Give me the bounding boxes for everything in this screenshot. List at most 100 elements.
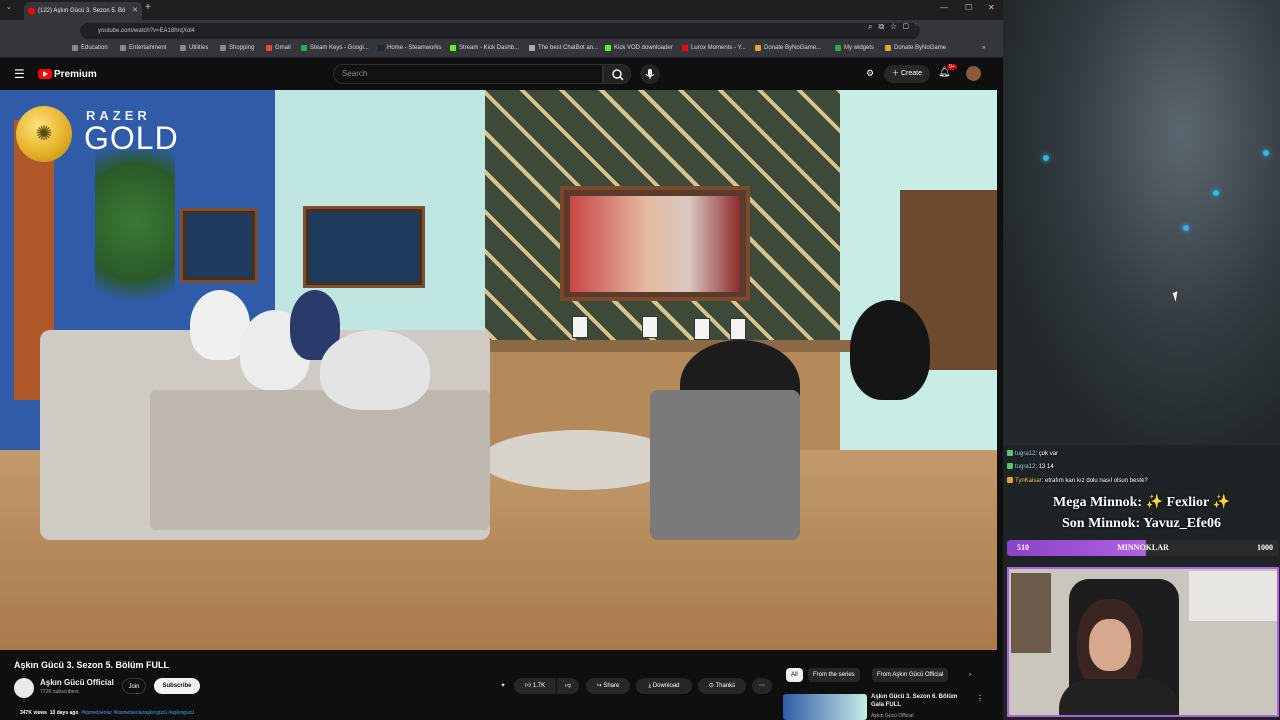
address-actions-icon[interactable]: ⌕⧉☆▢⋮ [868, 22, 923, 32]
recommended-title[interactable]: Aşkın Gücü 3. Sezon 6. Bölüm Gala FULL [871, 693, 971, 709]
dragon-background [1003, 0, 1280, 445]
bookmark-education[interactable]: Education [72, 45, 108, 51]
scene-counter [460, 340, 860, 352]
subscribe-button[interactable]: Subscribe [154, 678, 200, 694]
scene-plant [95, 150, 175, 330]
tab-active[interactable]: (122) Aşkın Gücü 3. Sezon 5. Bö ✕ [24, 2, 142, 20]
glow-spark [1043, 155, 1049, 161]
scene-person [320, 330, 430, 410]
youtube-favicon-icon [28, 8, 35, 14]
browser-window: ⌄ (122) Aşkın Gücü 3. Sezon 5. Bö ✕ + — … [0, 0, 1003, 720]
bookmark-shopping[interactable]: Shopping [220, 45, 254, 51]
mega-minnok: Mega Minnok: ✨ Fexlior ✨ [1053, 495, 1230, 510]
mic-icon [645, 69, 655, 79]
chips-next-icon[interactable]: › [964, 668, 976, 682]
bookmark-donate-2[interactable]: Donate ByNoGame [885, 45, 946, 51]
folder-icon [220, 45, 226, 51]
download-button[interactable]: ⤓ Download [636, 678, 692, 694]
glow-spark [1213, 190, 1219, 196]
bookmark-kick-vod[interactable]: Kick VOD downloader [605, 45, 673, 51]
chat-badge-icon [1007, 477, 1013, 484]
scene-photo [730, 318, 746, 340]
thanks-button[interactable]: ⊙ Thanks [698, 678, 746, 694]
bookmark-chatbot[interactable]: The best ChatBot an... [529, 45, 598, 51]
bookmarks-overflow-icon[interactable]: » [982, 45, 985, 51]
goal-bar: 510 MINNOKLAR 1000 [1007, 540, 1279, 556]
channel-avatar[interactable] [14, 678, 34, 698]
bookmark-utilities[interactable]: Utilities [180, 45, 208, 51]
minimize-icon[interactable]: — [940, 3, 948, 12]
tab-bar: ⌄ (122) Aşkın Gücü 3. Sezon 5. Bö ✕ + — … [0, 0, 1003, 20]
stream-overlay: tugra12: çok var tugra12: 13 14 TynKaisa… [1003, 0, 1280, 720]
chip-from-channel[interactable]: From Aşkın Gücü Official [872, 668, 949, 682]
widget-icon [835, 45, 841, 51]
scene-chair [650, 390, 800, 540]
cast-icon[interactable]: ⚙ [866, 68, 874, 79]
chip-all[interactable]: All [786, 668, 803, 682]
son-minnok: Son Minnok: Yavuz_Efe06 [1062, 516, 1221, 531]
folder-icon [180, 45, 186, 51]
subscriber-count: 772K subscribers [40, 689, 79, 695]
new-tab-icon[interactable]: + [145, 2, 151, 13]
voice-search-button[interactable] [640, 64, 660, 84]
notification-count: 9+ [947, 64, 957, 70]
menu-icon[interactable]: ☰ [14, 67, 25, 81]
more-actions-icon[interactable]: ⋯ [752, 678, 772, 694]
webcam-shelf [1011, 573, 1051, 653]
recommended-thumbnail[interactable] [783, 694, 867, 720]
bookmark-kick-dashboard[interactable]: Stream - Kick Dashb... [450, 45, 519, 51]
scene-person [850, 300, 930, 400]
search-input[interactable]: Search [333, 64, 603, 84]
tab-menu-icon[interactable]: ⌄ [6, 3, 12, 11]
bynogame-icon [755, 45, 761, 51]
dislike-button[interactable]: 👎︎ [557, 678, 579, 694]
hashtags[interactable]: #kismetseolur #kismetseoluraşkıngücü #aş… [81, 710, 194, 716]
bookmark-steamworks[interactable]: Home - Steamworks [378, 45, 441, 51]
gmail-icon [266, 45, 272, 51]
scene-photo [694, 318, 710, 340]
bookmark-donate-1[interactable]: Donate ByNoGame... [755, 45, 821, 51]
ask-icon[interactable]: ✦ [496, 678, 510, 694]
close-window-icon[interactable]: ✕ [988, 3, 995, 12]
maximize-icon[interactable]: ☐ [965, 3, 972, 12]
scene-frame [303, 206, 425, 288]
youtube-icon [682, 45, 688, 51]
sheets-icon [301, 45, 307, 51]
search-button[interactable] [603, 64, 631, 84]
create-button[interactable]: ＋ Create [884, 65, 930, 83]
like-button[interactable]: 👍︎ 1.7K [514, 678, 556, 694]
video-title: Aşkın Gücü 3. Sezon 5. Bölüm FULL [14, 660, 170, 670]
recommended-menu-icon[interactable]: ⋮ [976, 694, 984, 703]
scene-photo [572, 316, 588, 338]
webcam-body [1059, 679, 1179, 715]
join-button[interactable]: Join [122, 678, 146, 694]
tab-close-icon[interactable]: ✕ [132, 2, 138, 20]
channel-name[interactable]: Aşkın Gücü Official [40, 678, 114, 687]
bookmark-gmail[interactable]: Gmail [266, 45, 291, 51]
webcam-window [1189, 571, 1277, 621]
bookmark-steam-keys[interactable]: Steam Keys - Googl... [301, 45, 369, 51]
account-avatar[interactable] [966, 66, 981, 81]
video-player[interactable]: ✺ RAZER GOLD [0, 90, 997, 650]
tab-title: (122) Aşkın Gücü 3. Sezon 5. Bö [38, 8, 126, 14]
youtube-brand[interactable]: Premium [54, 69, 97, 80]
scene-tv [560, 186, 750, 301]
url-text: youtube.com/watch?v=EA18hrqXol4 [98, 28, 195, 34]
chat-badge-icon [1007, 450, 1013, 457]
bookmark-entertainment[interactable]: Entertainment [120, 45, 166, 51]
steam-icon [378, 45, 384, 51]
chat-message: tugra12: çok var [1007, 449, 1277, 460]
bookmark-lurox[interactable]: Lurox Moments - Y... [682, 45, 746, 51]
glow-spark [1263, 150, 1269, 156]
search-icon [612, 69, 624, 81]
scene-photo [642, 316, 658, 338]
url-field[interactable]: youtube.com/watch?v=EA18hrqXol4 [80, 23, 920, 39]
youtube-logo-icon[interactable] [38, 69, 52, 79]
bookmark-widgets[interactable]: My widgets [835, 45, 874, 51]
share-button[interactable]: ↪ Share [586, 678, 630, 694]
razer-snake-icon: ✺ [35, 123, 53, 145]
screen: ⌄ (122) Aşkın Gücü 3. Sezon 5. Bö ✕ + — … [0, 0, 1280, 720]
scene-sofa-back [150, 390, 490, 530]
chip-from-series[interactable]: From the series [808, 668, 860, 682]
webcam-face [1089, 619, 1131, 671]
